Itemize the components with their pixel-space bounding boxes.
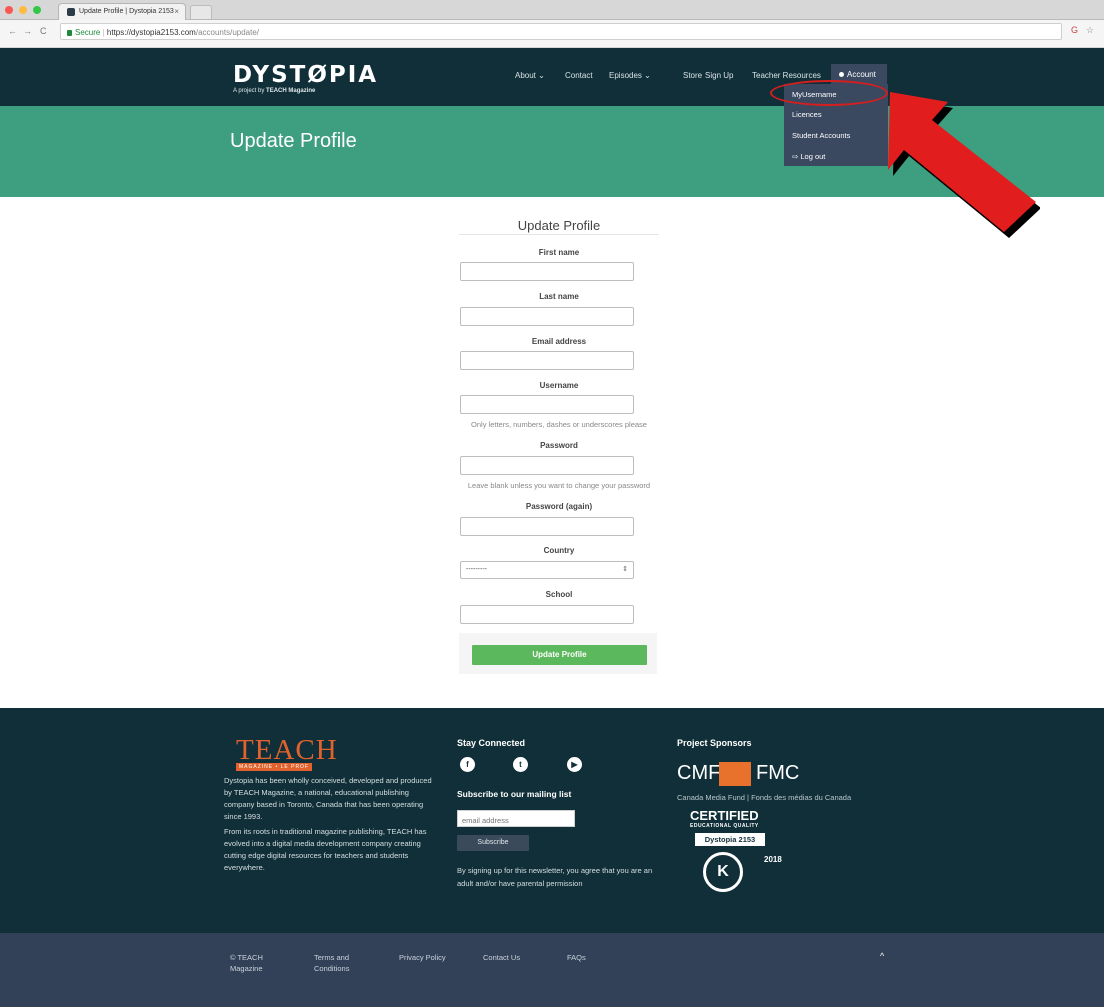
dropdown-item-licences[interactable]: Licences [792, 110, 822, 119]
first-name-input[interactable] [460, 262, 634, 281]
fmc-logo: FMC [756, 762, 800, 784]
favicon-icon [67, 8, 75, 16]
password-again-label: Password (again) [525, 502, 593, 511]
nav-contact[interactable]: Contact [565, 71, 593, 80]
browser-tab[interactable]: Update Profile | Dystopia 2153 × [58, 3, 186, 20]
window-minimize-button[interactable] [19, 6, 27, 14]
youtube-icon[interactable]: ▶ [567, 757, 582, 772]
select-chevron-icon: ⇕ [622, 566, 628, 573]
mailing-list-heading: Subscribe to our mailing list [457, 789, 572, 799]
tab-close-icon[interactable]: × [174, 7, 179, 16]
last-name-label: Last name [539, 292, 579, 301]
url-host: https://dystopia2153.com [106, 28, 196, 37]
stay-connected-heading: Stay Connected [457, 738, 526, 748]
email-input[interactable] [460, 351, 634, 370]
certified-subtitle: EDUCATIONAL QUALITY [690, 823, 759, 829]
annotation-arrow-icon [888, 92, 1040, 238]
subscribe-button[interactable]: Subscribe [457, 835, 529, 851]
nav-teacher-resources[interactable]: Teacher Resources [752, 71, 821, 80]
certified-product-ribbon: Dystopia 2153 [695, 833, 765, 846]
site-logo[interactable]: DYSTØPIA [233, 62, 378, 88]
annotation-ellipse [770, 80, 888, 106]
footer-link-contact[interactable]: Contact Us [483, 952, 520, 963]
footer-copyright: © TEACH Magazine [230, 953, 263, 973]
footer-link-faqs[interactable]: FAQs [567, 952, 586, 963]
country-label: Country [543, 546, 575, 555]
password-again-input[interactable] [460, 517, 634, 536]
tagline-prefix: A project by [233, 88, 267, 94]
form-heading: Update Profile [517, 218, 601, 233]
footer-link-privacy[interactable]: Privacy Policy [399, 952, 446, 963]
dropdown-item-log-out[interactable]: ⇨ Log out [792, 152, 825, 161]
password-label: Password [540, 441, 578, 450]
username-label: Username [539, 381, 579, 390]
nav-sign-up[interactable]: Sign Up [705, 71, 733, 80]
username-input[interactable] [460, 395, 634, 414]
page-title: Update Profile [230, 130, 357, 152]
account-label: Account [847, 70, 876, 79]
cmf-mosaic-icon [719, 762, 751, 786]
update-profile-button[interactable]: Update Profile [472, 645, 647, 665]
newsletter-email-input[interactable] [457, 810, 575, 827]
new-tab-button[interactable] [190, 5, 212, 19]
extension-icon[interactable]: G [1071, 25, 1078, 35]
footer-about-paragraph-1: Dystopia has been wholly conceived, deve… [224, 776, 432, 821]
window-close-button[interactable] [5, 6, 13, 14]
tagline-brand: TEACH Magazine [266, 88, 316, 94]
cmf-logo[interactable]: CMF [677, 762, 720, 785]
cmf-caption: Canada Media Fund | Fonds des médias du … [677, 793, 852, 802]
lock-icon [67, 30, 72, 36]
twitter-icon[interactable]: t [513, 757, 528, 772]
back-icon[interactable]: ← [8, 26, 17, 36]
url-path: /accounts/update/ [195, 28, 260, 37]
last-name-input[interactable] [460, 307, 634, 326]
school-label: School [545, 590, 573, 599]
country-select-value: --------- [466, 566, 487, 573]
project-sponsors-heading: Project Sponsors [677, 738, 752, 748]
certified-year: 2018 [764, 855, 782, 864]
teach-logo-subtitle: MAGAZINE • LE PROF [236, 763, 312, 771]
password-help-text: Leave blank unless you want to change yo… [467, 481, 651, 490]
email-label: Email address [531, 337, 587, 346]
nav-about[interactable]: About ⌄ [515, 71, 545, 80]
forward-icon[interactable]: → [23, 26, 32, 36]
footer-about-paragraph-2: From its roots in traditional magazine p… [224, 827, 427, 872]
school-input[interactable] [460, 605, 634, 624]
user-icon [839, 72, 844, 77]
address-bar[interactable]: Secure | https://dystopia2153.com/accoun… [60, 23, 1062, 40]
username-help-text: Only letters, numbers, dashes or undersc… [471, 420, 647, 429]
reload-icon[interactable]: C [40, 26, 47, 36]
first-name-label: First name [538, 248, 580, 257]
footer-link-terms[interactable]: Terms and Conditions [314, 952, 366, 974]
facebook-icon[interactable]: f [460, 757, 475, 772]
country-select[interactable]: --------- ⇕ [460, 561, 634, 579]
certified-seal-icon: K [703, 852, 743, 892]
tab-title: Update Profile | Dystopia 2153 [79, 8, 174, 15]
sub-footer [0, 933, 1104, 1007]
window-maximize-button[interactable] [33, 6, 41, 14]
nav-episodes[interactable]: Episodes ⌄ [609, 71, 651, 80]
newsletter-consent-text: By signing up for this newsletter, you a… [457, 866, 653, 888]
password-input[interactable] [460, 456, 634, 475]
form-heading-divider [459, 234, 659, 235]
nav-store[interactable]: Store [683, 71, 702, 80]
back-to-top-icon[interactable]: ^ [880, 951, 884, 961]
dropdown-item-student-accounts[interactable]: Student Accounts [792, 131, 850, 140]
certified-label: CERTIFIED [690, 808, 759, 823]
logo-tagline: A project by TEACH Magazine [233, 88, 315, 94]
browser-tab-bar: Update Profile | Dystopia 2153 × [0, 0, 1104, 20]
browser-toolbar: ← → C Secure | https://dystopia2153.com/… [0, 20, 1104, 48]
secure-label: Secure [75, 28, 101, 37]
bookmark-star-icon[interactable]: ☆ [1086, 25, 1094, 36]
